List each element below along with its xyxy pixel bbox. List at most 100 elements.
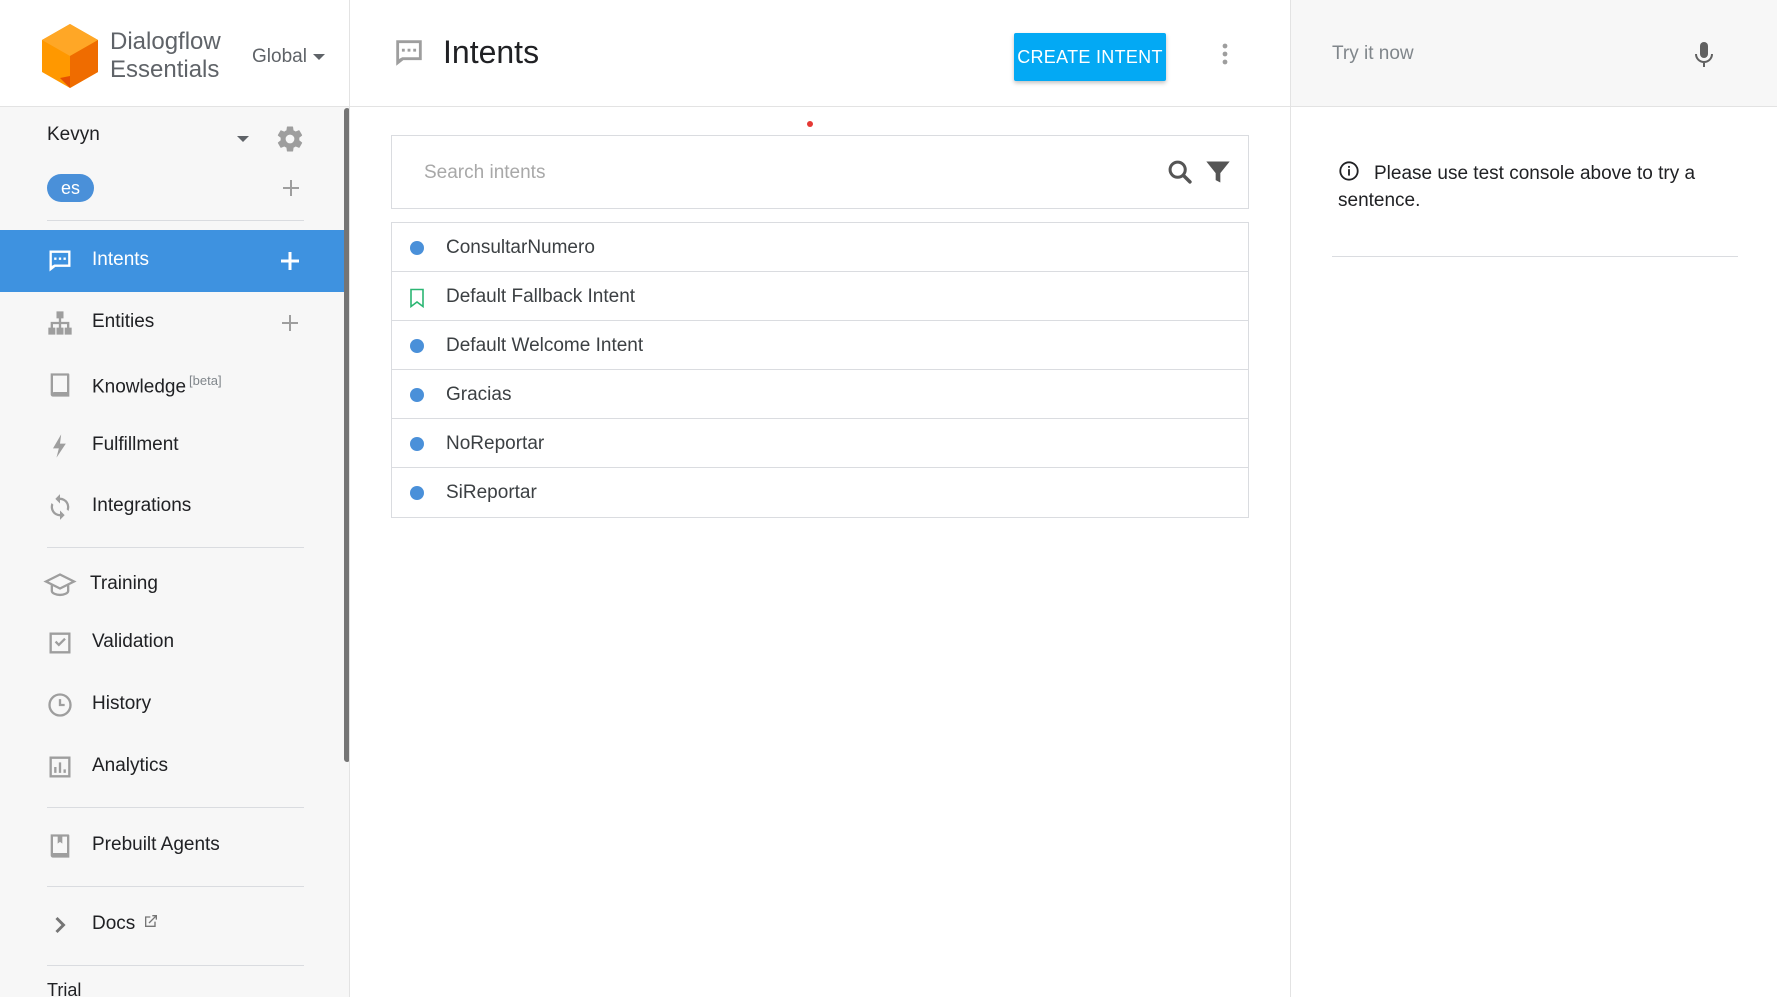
dialogflow-logo-icon[interactable]: [42, 24, 98, 90]
language-chip[interactable]: es: [47, 174, 94, 202]
sync-arrows-icon: [50, 494, 70, 520]
clock-icon: [48, 693, 72, 717]
info-icon: [1339, 161, 1359, 181]
brand-header: Dialogflow Essentials Global: [0, 0, 349, 107]
search-bar: [391, 135, 1249, 209]
filter-icon[interactable]: [1204, 158, 1232, 186]
add-intent-plus-icon[interactable]: [278, 249, 302, 273]
book-icon: [50, 373, 70, 397]
region-label: Global: [252, 46, 307, 67]
chat-bubble-icon: [396, 40, 422, 66]
intent-status-dot: [410, 437, 424, 451]
more-vert-icon[interactable]: [1220, 42, 1230, 66]
beta-badge: [beta]: [189, 373, 222, 388]
chevron-right-icon: [55, 916, 66, 934]
chevron-down-icon: [312, 54, 325, 60]
intent-status-dot: [410, 339, 424, 353]
intent-name: Gracias: [446, 384, 512, 405]
bar-chart-icon: [49, 756, 71, 778]
sidebar-item-label: Fulfillment: [92, 434, 179, 455]
sidebar-item-label: Integrations: [92, 495, 192, 516]
knowledge-label: Knowledge: [92, 376, 187, 398]
sidebar-item-label: Prebuilt Agents: [92, 834, 220, 855]
checkbox-icon: [49, 632, 71, 654]
sidebar-item-label: Training: [90, 573, 158, 594]
bookmark-icon: [410, 288, 424, 308]
intent-row[interactable]: NoReportar: [392, 419, 1248, 468]
product-name: Dialogflow Essentials: [110, 28, 221, 84]
region-selector[interactable]: Global: [252, 46, 325, 68]
hierarchy-icon: [48, 311, 72, 335]
language-row: es: [47, 174, 307, 204]
intents-main: Intents CREATE INTENT ConsultarNumero Def…: [350, 0, 1290, 997]
sidebar-item-label: History: [92, 693, 152, 714]
sidebar-item-label: Analytics: [92, 755, 169, 776]
intent-name: SiReportar: [446, 482, 537, 503]
sidebar-divider: [47, 807, 304, 808]
sidebar-item-integrations[interactable]: Integrations: [0, 476, 344, 538]
bookmark-book-icon: [50, 834, 70, 858]
product-name-line1: Dialogflow: [110, 28, 221, 55]
intent-name: Default Welcome Intent: [446, 335, 644, 356]
sidebar-item-label: Entities: [92, 311, 155, 332]
sidebar-divider: [47, 220, 304, 221]
external-link-icon: [144, 915, 157, 927]
lightning-bolt-icon: [53, 434, 66, 458]
agent-selector[interactable]: Kevyn: [47, 124, 307, 160]
sidebar-divider: [47, 965, 304, 966]
intent-row[interactable]: Gracias: [392, 370, 1248, 419]
intent-name: ConsultarNumero: [446, 237, 595, 258]
search-icon[interactable]: [1166, 158, 1194, 186]
product-name-line2: Essentials: [110, 56, 220, 83]
intent-row[interactable]: SiReportar: [392, 468, 1248, 517]
sidebar-item-label: Validation: [92, 631, 175, 652]
try-it-input[interactable]: [1332, 38, 1692, 70]
sidebar-divider: [47, 886, 304, 887]
sidebar-item-prebuilt-agents[interactable]: Prebuilt Agents: [0, 815, 344, 877]
intent-row[interactable]: Default Fallback Intent: [392, 272, 1248, 321]
intent-status-dot: [410, 388, 424, 402]
intent-row[interactable]: Default Welcome Intent: [392, 321, 1248, 370]
page-title: Intents: [443, 34, 540, 70]
dialogflow-app: Dialogflow Essentials Global Kevyn es In…: [0, 0, 1777, 997]
console-divider: [1332, 256, 1738, 257]
sidebar-item-label: Docs: [92, 913, 159, 935]
search-input[interactable]: [424, 156, 1144, 190]
docs-label: Docs: [92, 913, 136, 934]
info-text: Please use test console above to try a s…: [1338, 163, 1696, 211]
intent-name: NoReportar: [446, 433, 545, 454]
microphone-icon[interactable]: [1692, 40, 1716, 70]
indicator-dot: [807, 121, 813, 127]
sidebar-item-fulfillment[interactable]: Fulfillment: [0, 415, 344, 477]
agent-name: Kevyn: [47, 124, 100, 145]
gear-icon[interactable]: [275, 124, 305, 154]
page-header: Intents CREATE INTENT: [350, 0, 1290, 107]
console-info-message: Please use test console above to try a s…: [1338, 160, 1738, 214]
sidebar-item-analytics[interactable]: Analytics: [0, 736, 344, 798]
chat-bubble-icon: [49, 250, 71, 272]
trial-label: Trial: [47, 980, 82, 997]
sidebar-item-knowledge[interactable]: Knowledge [beta]: [0, 354, 344, 416]
sidebar: Dialogflow Essentials Global Kevyn es In…: [0, 0, 350, 997]
chevron-down-icon[interactable]: [237, 136, 249, 142]
intent-name: Default Fallback Intent: [446, 286, 636, 307]
create-intent-button[interactable]: CREATE INTENT: [1014, 33, 1166, 81]
sidebar-item-docs[interactable]: Docs: [0, 894, 344, 956]
sidebar-item-entities[interactable]: Entities: [0, 292, 344, 354]
intent-status-dot: [410, 486, 424, 500]
intent-list: ConsultarNumero Default Fallback Intent De…: [391, 222, 1249, 518]
sidebar-item-training[interactable]: Training: [0, 554, 344, 616]
sidebar-divider: [47, 547, 304, 548]
sidebar-item-validation[interactable]: Validation: [0, 612, 344, 674]
intent-status-dot: [410, 241, 424, 255]
add-entity-plus-icon[interactable]: [278, 311, 302, 335]
intent-row[interactable]: ConsultarNumero: [392, 223, 1248, 272]
graduation-cap-icon: [43, 573, 77, 597]
sidebar-item-label: Intents: [92, 249, 150, 270]
sidebar-item-label: Knowledge [beta]: [92, 373, 222, 398]
sidebar-item-history[interactable]: History: [0, 674, 344, 736]
test-console: Please use test console above to try a s…: [1290, 0, 1777, 997]
sidebar-item-intents[interactable]: Intents: [0, 230, 344, 292]
try-it-bar: [1291, 0, 1777, 107]
plus-icon[interactable]: [279, 176, 303, 200]
